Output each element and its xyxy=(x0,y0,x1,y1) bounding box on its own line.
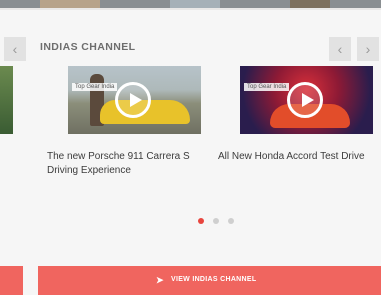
chevron-left-icon: ‹ xyxy=(337,41,343,57)
video-badge: Top Gear India xyxy=(244,83,290,91)
carousel-next-button[interactable]: › xyxy=(357,37,379,61)
chevron-left-icon: ‹ xyxy=(12,41,18,57)
carousel-pagination xyxy=(198,211,243,229)
play-arrow-icon: ➤ xyxy=(156,275,164,285)
video-title[interactable]: The new Porsche 911 Carrera S Driving Ex… xyxy=(47,150,192,178)
video-title[interactable]: All New Honda Accord Test Drive xyxy=(218,150,378,164)
view-channel-button[interactable]: ➤ VIEW INDIAS CHANNEL xyxy=(38,266,381,295)
video-thumbnail[interactable]: Top Gear India xyxy=(68,66,201,134)
section-title: INDIAS CHANNEL xyxy=(40,41,136,53)
pagination-dot-active[interactable] xyxy=(198,218,204,224)
video-thumbnail[interactable]: Top Gear India xyxy=(240,66,373,134)
chevron-right-icon: › xyxy=(365,41,371,57)
play-icon[interactable] xyxy=(115,82,151,118)
video-badge: Top Gear India xyxy=(72,83,118,91)
play-icon[interactable] xyxy=(287,82,323,118)
header-image-strip xyxy=(0,0,381,8)
pagination-dot[interactable] xyxy=(228,218,234,224)
carousel-prev-button[interactable]: ‹ xyxy=(4,37,26,61)
pagination-dot[interactable] xyxy=(213,218,219,224)
view-channel-label: VIEW INDIAS CHANNEL xyxy=(171,276,257,283)
cta-button-partial[interactable] xyxy=(0,266,23,295)
video-thumbnail-partial[interactable] xyxy=(0,66,13,134)
carousel-prev-button-secondary[interactable]: ‹ xyxy=(329,37,351,61)
